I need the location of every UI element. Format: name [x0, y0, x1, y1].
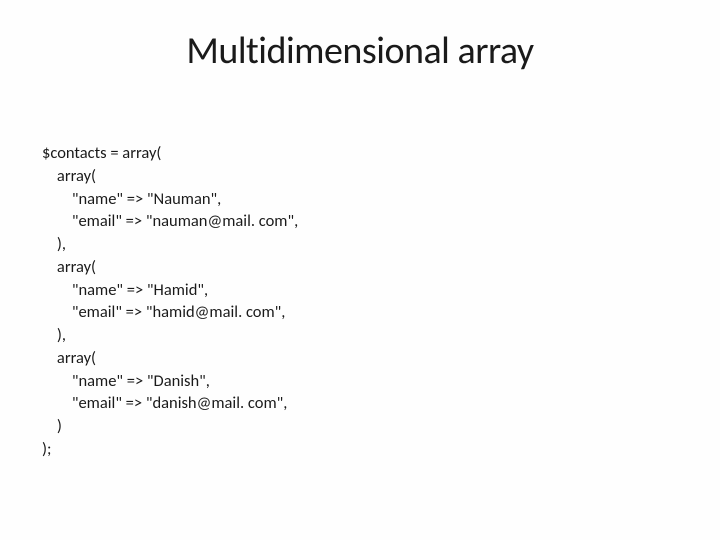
slide-title: Multidimensional array: [42, 28, 678, 74]
slide-container: Multidimensional array $contacts = array…: [0, 0, 720, 540]
code-block: $contacts = array( array( "name" => "Nau…: [42, 142, 678, 461]
